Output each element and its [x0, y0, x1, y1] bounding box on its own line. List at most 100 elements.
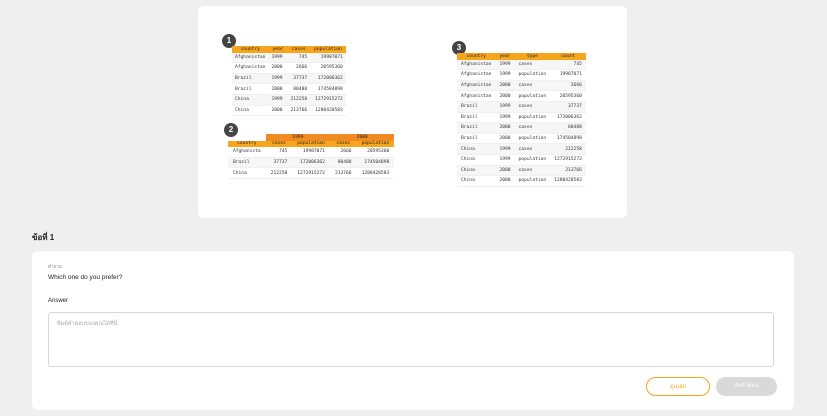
table-cell: 1999: [268, 52, 288, 64]
table-cell: population: [514, 133, 551, 145]
table-cell: 172006362: [292, 157, 330, 169]
table-cell: 1999: [495, 143, 515, 155]
table-cell: 1280428583: [550, 175, 586, 187]
table-cell: China: [232, 94, 269, 106]
year-header-row: 1999 2000: [228, 134, 395, 141]
submit-answer-button[interactable]: ส่งคำตอบ: [716, 377, 777, 396]
table-cell: Afghanistan: [457, 80, 496, 92]
table-row: Afghanistan 1999 population 19987071: [457, 69, 586, 81]
table-cell: 1272915272: [292, 167, 330, 179]
table-row: Afghanistan 2000 population 20595360: [457, 90, 586, 102]
table-cell: 174504898: [310, 83, 346, 95]
table-1: country year cases population Afghanistan 199…: [232, 46, 346, 117]
table-cell: Brazil: [457, 112, 496, 124]
table-cell: 80488: [550, 122, 586, 134]
year-header: 2000: [329, 134, 395, 141]
table-cell: Afghanistan: [232, 52, 269, 64]
table-cell: cases: [514, 143, 551, 155]
table-cell: 1999: [495, 112, 515, 124]
table-cell: 2000: [495, 80, 515, 92]
table-cell: population: [514, 90, 551, 102]
question-text: Which one do you prefer?: [48, 274, 123, 281]
table-cell: 19987071: [292, 147, 330, 158]
table-cell: 2000: [495, 90, 515, 102]
table-cell: 174504898: [356, 157, 395, 169]
table-cell: China: [457, 175, 496, 187]
header-row: country cases population cases population: [228, 140, 395, 148]
table-cell: 212258: [550, 143, 586, 155]
table-cell: 172006362: [550, 112, 586, 124]
table-cell: 212258: [265, 167, 293, 179]
answer-label: Answer: [48, 298, 69, 304]
table-row: Brazil 1999 cases 37737: [457, 101, 586, 113]
table-row: China 1999 population 1272915272: [457, 154, 586, 166]
table-cell: 20595360: [310, 62, 346, 74]
table-cell: 2666: [329, 147, 357, 158]
table-cell: 745: [550, 59, 586, 71]
table-cell: 2666: [550, 80, 586, 92]
table-row: China 2000 population 1280428583: [457, 175, 586, 187]
table-cell: 20595360: [550, 90, 586, 102]
table-cell: 1272915272: [550, 154, 586, 166]
table-cell: 1999: [268, 73, 288, 85]
table-cell: 1999: [495, 69, 515, 81]
column-header: cases: [287, 46, 311, 53]
table-cell: 19987071: [310, 52, 346, 64]
table-cell: 174504898: [550, 133, 586, 145]
table-cell: 2000: [495, 165, 515, 177]
table-cell: 2000: [268, 62, 288, 74]
column-header: country: [457, 53, 496, 60]
view-answer-button[interactable]: ดูเฉลย: [646, 377, 710, 396]
table-row: Brazil 37737 172006362 80488 174504898: [228, 157, 395, 169]
table-row: Afghanistan 1999 cases 745: [457, 59, 586, 71]
table-row: China 1999 cases 212258: [457, 143, 586, 155]
table-row: China 1999 212258 1272915272: [232, 94, 346, 106]
table-cell: population: [514, 175, 551, 187]
column-header: type: [514, 53, 551, 60]
table-cell: 2000: [495, 122, 515, 134]
column-header: country: [228, 140, 266, 148]
column-header: country: [232, 46, 269, 53]
table-cell: 172006362: [310, 73, 346, 85]
table-cell: cases: [514, 122, 551, 134]
table-cell: Brazil: [232, 73, 269, 85]
table-cell: cases: [514, 165, 551, 177]
table-row: Brazil 2000 cases 80488: [457, 122, 586, 134]
column-header: year: [268, 46, 288, 53]
table-cell: Afghanista: [228, 147, 266, 158]
section-title: ข้อที่ 1: [32, 233, 55, 242]
table-cell: 2000: [495, 175, 515, 187]
table-cell: 1999: [495, 154, 515, 166]
table-cell: 2666: [287, 62, 311, 74]
table-row: Brazil 2000 population 174504898: [457, 133, 586, 145]
column-header: cases: [265, 140, 293, 148]
table-cell: 2000: [268, 105, 288, 117]
table-cell: 1999: [268, 94, 288, 106]
table-cell: cases: [514, 80, 551, 92]
table-cell: 745: [265, 147, 293, 158]
table-row: Afghanista 745 19987071 2666 20595360: [228, 147, 395, 158]
column-header: year: [495, 53, 515, 60]
table-cell: 213766: [329, 167, 357, 179]
table-cell: China: [457, 143, 496, 155]
table-cell: Afghanistan: [457, 59, 496, 71]
table-cell: 745: [287, 52, 311, 64]
table-cell: Brazil: [457, 101, 496, 113]
question-small-label: คำถาม: [48, 264, 62, 269]
table-cell: population: [514, 154, 551, 166]
column-header: population: [292, 140, 330, 148]
answer-input[interactable]: พิมพ์คำตอบของคุณได้ที่นี่: [48, 312, 774, 367]
table-cell: Afghanistan: [457, 69, 496, 81]
column-header: population: [356, 140, 395, 148]
table-row: Brazil 1999 37737 172006362: [232, 73, 346, 85]
table-row: Afghanistan 2000 cases 2666: [457, 80, 586, 92]
table-cell: China: [457, 154, 496, 166]
table-cell: 1999: [495, 59, 515, 71]
question-image: 1 country year cases population Afghanistan 1…: [198, 6, 627, 218]
table-cell: 213766: [287, 105, 311, 117]
table-cell: cases: [514, 101, 551, 113]
table-row: Brazil 2000 80488 174504898: [232, 83, 346, 95]
table-cell: China: [232, 105, 269, 117]
table-cell: Brazil: [457, 133, 496, 145]
table-row: Afghanistan 1999 745 19987071: [232, 52, 346, 64]
